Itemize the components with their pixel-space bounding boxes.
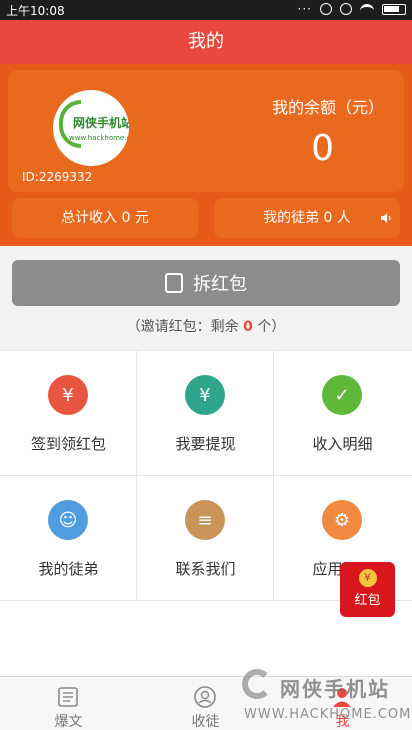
title-bar: 我的 bbox=[0, 20, 412, 64]
withdraw-icon: ¥ bbox=[185, 375, 225, 415]
watermark-text: 网侠手机站 bbox=[280, 677, 390, 701]
invite-suffix: 个） bbox=[252, 319, 286, 335]
coin-icon: ¥ bbox=[358, 569, 377, 587]
redpacket-action-section: 拆红包 （邀请红包：剩余 0 个） bbox=[0, 246, 412, 350]
status-time: 上午10:08 bbox=[6, 4, 65, 18]
floating-redpacket-label: 红包 bbox=[354, 593, 381, 608]
grid-label: 收入明细 bbox=[312, 435, 373, 453]
calendar-icon: ✓ bbox=[322, 375, 362, 415]
gear-icon: ⚙ bbox=[322, 500, 362, 540]
open-redpacket-button[interactable]: 拆红包 bbox=[12, 260, 400, 306]
balance-card: 网侠手机站 www.hackhome.com ID:2269332 我的余额（元… bbox=[8, 70, 404, 192]
status-icons: ··· bbox=[298, 2, 406, 16]
watermark-logo-icon bbox=[242, 669, 272, 699]
user-id: ID:2269332 bbox=[22, 170, 93, 184]
profile-section: 网侠手机站 www.hackhome.com ID:2269332 我的余额（元… bbox=[0, 64, 412, 246]
alarm-icon bbox=[320, 3, 332, 15]
logo-subtext: www.hackhome.com bbox=[69, 134, 129, 142]
grid-label: 我要提现 bbox=[175, 435, 236, 453]
invite-redpacket-info: （邀请红包：剩余 0 个） bbox=[0, 316, 412, 336]
nav-item-articles[interactable]: 爆文 bbox=[0, 677, 137, 730]
logo-text: 网侠手机站 bbox=[73, 116, 129, 130]
grid-label: 联系我们 bbox=[175, 560, 236, 578]
open-redpacket-label: 拆红包 bbox=[193, 274, 247, 295]
redpacket-icon bbox=[165, 273, 183, 293]
floating-redpacket-button[interactable]: ¥ 红包 bbox=[340, 562, 395, 617]
speaker-icon bbox=[381, 213, 391, 223]
app-logo: 网侠手机站 www.hackhome.com bbox=[53, 90, 129, 166]
balance-label: 我的余额（元） bbox=[271, 98, 384, 117]
person-icon: ☺ bbox=[48, 500, 88, 540]
grid-item-checkin[interactable]: ¥ 签到领红包 bbox=[0, 351, 137, 476]
battery-icon bbox=[382, 3, 406, 15]
watermark-url: WWW.HACKHOME.COM bbox=[244, 707, 412, 722]
chat-icon: ≡ bbox=[185, 500, 225, 540]
user-circle-icon bbox=[194, 686, 216, 708]
total-income-box[interactable]: 总计收入 0 元 bbox=[12, 198, 198, 238]
status-bar: 上午10:08 ··· bbox=[0, 0, 412, 20]
grid-item-withdraw[interactable]: ¥ 我要提现 bbox=[137, 351, 274, 476]
grid-item-apprentices[interactable]: ☺ 我的徒弟 bbox=[0, 476, 137, 601]
invite-prefix: （邀请红包：剩余 bbox=[126, 319, 244, 335]
money-bag-icon: ¥ bbox=[48, 375, 88, 415]
grid-item-contact[interactable]: ≡ 联系我们 bbox=[137, 476, 274, 601]
invite-count: 0 bbox=[243, 319, 253, 335]
page-title: 我的 bbox=[188, 31, 224, 52]
grid-label: 签到领红包 bbox=[30, 435, 106, 453]
nav-label-articles: 爆文 bbox=[54, 714, 83, 730]
grid-label: 我的徒弟 bbox=[38, 560, 99, 578]
silent-icon bbox=[340, 3, 352, 15]
apprentices-box[interactable]: 我的徒弟 0 人 bbox=[214, 198, 400, 238]
apprentices-text: 我的徒弟 0 人 bbox=[263, 210, 351, 226]
balance-value: 0 bbox=[311, 128, 334, 169]
watermark: 网侠手机站 WWW.HACKHOME.COM bbox=[240, 665, 412, 727]
total-income-text: 总计收入 0 元 bbox=[61, 210, 149, 226]
article-icon bbox=[58, 687, 78, 707]
notification-dots: ··· bbox=[297, 2, 312, 16]
wifi-icon bbox=[360, 4, 374, 14]
grid-item-income-detail[interactable]: ✓ 收入明细 bbox=[274, 351, 412, 476]
